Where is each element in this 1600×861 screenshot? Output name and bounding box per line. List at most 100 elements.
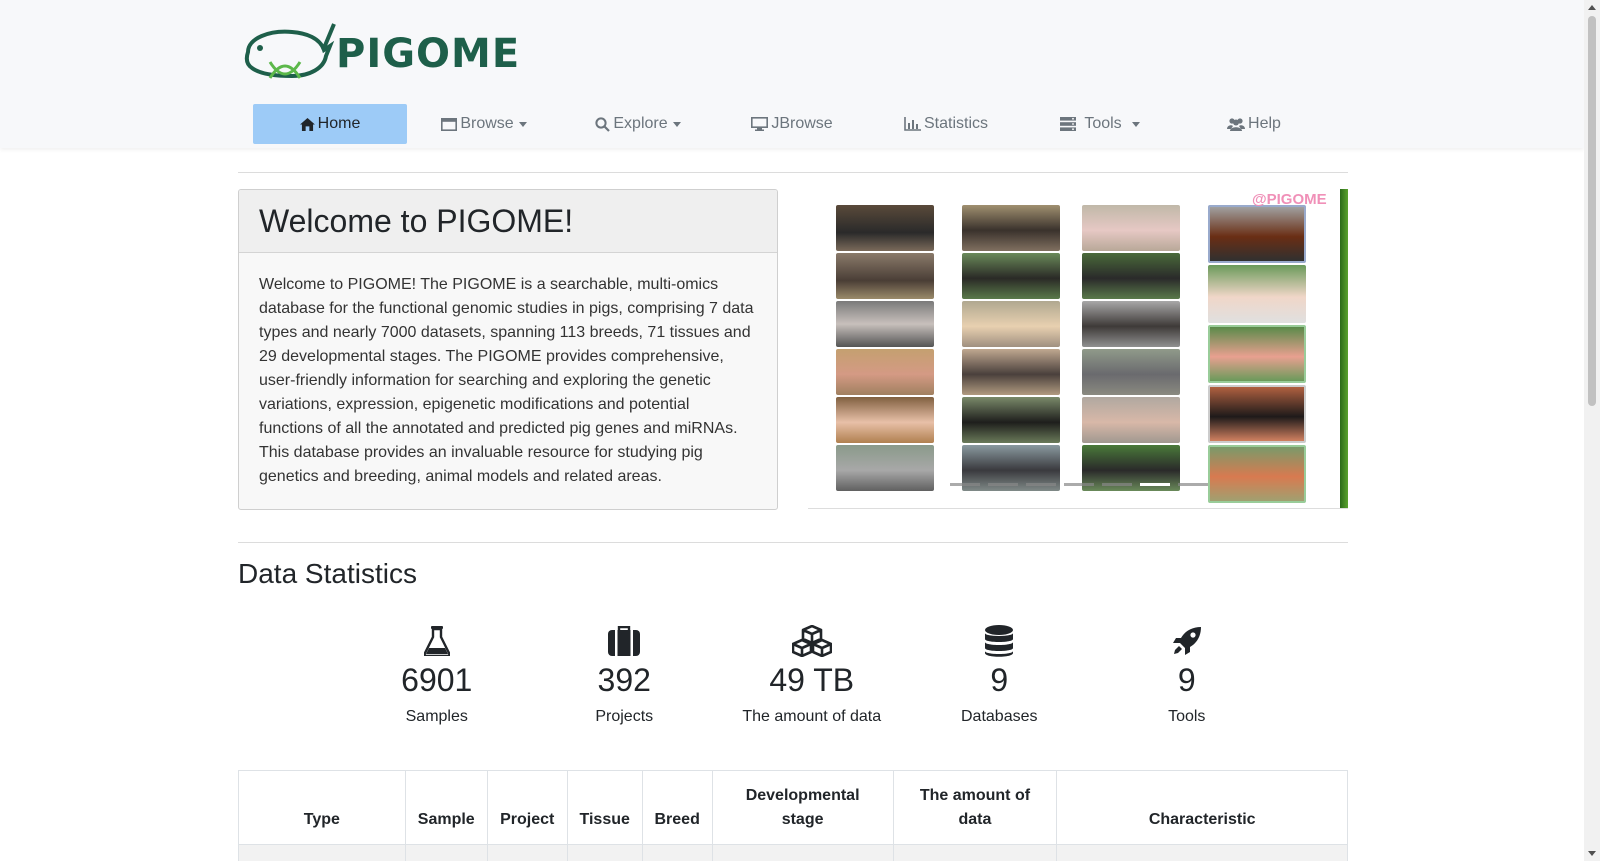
main-nav: Home Browse Explore JBrowse Statistics T… xyxy=(253,104,1331,144)
site-header: PIGOME Home Browse Explore JBrowse Stati… xyxy=(0,0,1584,148)
bar-chart-icon xyxy=(904,117,921,131)
stat-label: The amount of data xyxy=(742,708,882,725)
carousel-indicator[interactable] xyxy=(988,483,1018,486)
welcome-text: Welcome to PIGOME! The PIGOME is a searc… xyxy=(259,276,754,485)
stat-value: 49 TB xyxy=(769,662,855,698)
nav-jbrowse[interactable]: JBrowse xyxy=(715,104,869,144)
nav-statistics-label: Statistics xyxy=(923,115,988,132)
pig-image-column xyxy=(1208,205,1306,505)
col-data-amount: The amount of data xyxy=(892,770,1058,845)
chevron-down-icon xyxy=(1131,121,1140,127)
scroll-down-arrow-icon[interactable] xyxy=(1588,851,1596,856)
pig-photo xyxy=(1082,397,1180,443)
pig-breeds-carousel[interactable]: @PIGOME xyxy=(808,189,1348,509)
carousel-indicator[interactable] xyxy=(950,483,980,486)
pig-photo xyxy=(962,349,1060,395)
scroll-thumb[interactable] xyxy=(1588,16,1596,406)
pig-image-column xyxy=(1082,205,1180,493)
pig-dna-logo-icon xyxy=(244,23,336,79)
welcome-card-header: Welcome to PIGOME! xyxy=(239,190,777,253)
nav-tools[interactable]: Tools xyxy=(1023,104,1177,144)
database-icon xyxy=(985,624,1014,658)
cubes-icon xyxy=(791,624,832,658)
nav-help-label: Help xyxy=(1248,115,1281,132)
carousel-indicator[interactable] xyxy=(1064,483,1094,486)
page-scrollbar[interactable] xyxy=(1584,0,1600,861)
welcome-card: Welcome to PIGOME! Welcome to PIGOME! Th… xyxy=(238,189,778,510)
home-icon xyxy=(299,117,315,131)
nav-explore[interactable]: Explore xyxy=(561,104,715,144)
nav-tools-label: Tools xyxy=(1084,115,1122,132)
stat-data-amount: 49 TB The amount of data xyxy=(718,624,906,726)
stat-label: Databases xyxy=(961,708,1038,725)
table-row xyxy=(238,844,1348,861)
pig-photo xyxy=(1208,265,1306,323)
stat-samples: 6901 Samples xyxy=(343,624,531,726)
pig-photo xyxy=(962,253,1060,299)
col-characteristic: Characteristic xyxy=(1056,770,1348,845)
stat-tools: 9 Tools xyxy=(1093,624,1281,726)
carousel-indicator-active[interactable] xyxy=(1140,483,1170,486)
pig-photo xyxy=(836,205,934,251)
flask-icon xyxy=(423,624,450,658)
col-type: Type xyxy=(238,770,406,845)
next-slide-preview xyxy=(1340,189,1348,508)
carousel-indicators xyxy=(950,483,1208,486)
desktop-icon xyxy=(751,117,769,131)
pig-photo xyxy=(1208,325,1306,383)
pig-photo xyxy=(1208,385,1306,443)
nav-home[interactable]: Home xyxy=(253,104,407,144)
pig-photo xyxy=(1082,349,1180,395)
search-icon xyxy=(595,116,611,132)
nav-browse[interactable]: Browse xyxy=(407,104,561,144)
scroll-up-arrow-icon[interactable] xyxy=(1588,5,1596,10)
pig-photo xyxy=(1082,301,1180,347)
data-statistics-title: Data Statistics xyxy=(238,558,417,589)
pig-image-column xyxy=(836,205,934,493)
pigome-logo[interactable]: PIGOME xyxy=(240,18,540,84)
data-types-table: Type Sample Project Tissue Breed Develop… xyxy=(238,770,1348,861)
pig-photo xyxy=(836,301,934,347)
pig-photo xyxy=(1208,445,1306,503)
nav-statistics[interactable]: Statistics xyxy=(869,104,1023,144)
col-project: Project xyxy=(486,770,568,845)
col-breed: Breed xyxy=(641,770,713,845)
carousel-indicator[interactable] xyxy=(1026,483,1056,486)
nav-browse-label: Browse xyxy=(460,115,514,132)
rocket-icon xyxy=(1172,624,1202,658)
stat-projects: 392 Projects xyxy=(531,624,719,726)
table-header-row: Type Sample Project Tissue Breed Develop… xyxy=(238,770,1348,845)
window-icon xyxy=(441,117,458,131)
brand-name: PIGOME xyxy=(336,31,521,77)
stat-value: 392 xyxy=(597,662,651,698)
briefcase-icon xyxy=(608,624,641,658)
nav-help[interactable]: Help xyxy=(1177,104,1331,144)
nav-jbrowse-label: JBrowse xyxy=(771,115,833,132)
pig-photo xyxy=(962,301,1060,347)
nav-home-label: Home xyxy=(317,115,361,132)
pig-photo xyxy=(836,349,934,395)
divider xyxy=(238,542,1348,543)
pig-photo xyxy=(962,205,1060,251)
chevron-down-icon xyxy=(518,121,527,127)
pig-photo xyxy=(1082,205,1180,251)
stat-databases: 9 Databases xyxy=(906,624,1094,726)
carousel-indicator[interactable] xyxy=(1102,483,1132,486)
server-icon xyxy=(1060,117,1077,131)
col-sample: Sample xyxy=(404,770,488,845)
users-icon xyxy=(1227,117,1246,131)
col-developmental-stage: Developmental stage xyxy=(711,770,894,845)
stats-row: 6901 Samples 392 Projects 49 TB The amou… xyxy=(343,624,1281,726)
stat-label: Tools xyxy=(1168,708,1206,725)
stat-value: 9 xyxy=(1177,662,1196,698)
carousel-indicator[interactable] xyxy=(1178,483,1208,486)
stat-label: Projects xyxy=(595,708,654,725)
welcome-title: Welcome to PIGOME! xyxy=(259,203,574,239)
pig-photo xyxy=(836,397,934,443)
pig-photo xyxy=(1082,253,1180,299)
pig-photo xyxy=(1208,205,1306,263)
divider xyxy=(238,172,1348,173)
stat-value: 6901 xyxy=(401,662,473,698)
stat-label: Samples xyxy=(405,708,468,725)
col-tissue: Tissue xyxy=(566,770,643,845)
